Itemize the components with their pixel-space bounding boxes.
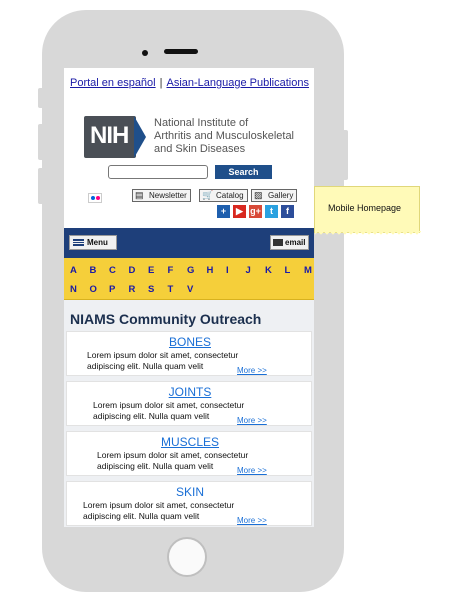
- card-description-line: adipiscing elit. Nulla quam velit: [97, 461, 214, 471]
- alphabet-row-2: N O P R S T V: [70, 284, 207, 295]
- newsletter-label: Newsletter: [149, 191, 187, 200]
- letter-link[interactable]: A: [70, 265, 90, 276]
- card-description: Lorem ipsum dolor sit amet, consectetur …: [87, 350, 238, 372]
- card-description: Lorem ipsum dolor sit amet, consectetur …: [83, 500, 234, 522]
- logo-chevron-icon: [134, 116, 146, 158]
- envelope-icon: [273, 239, 283, 246]
- catalog-button[interactable]: 🛒 Catalog: [199, 189, 248, 202]
- card-title-link[interactable]: MUSCLES: [67, 435, 313, 449]
- newsletter-button[interactable]: ▤ Newsletter: [132, 189, 191, 202]
- google-plus-icon[interactable]: g+: [249, 205, 262, 218]
- catalog-label: Catalog: [216, 191, 244, 200]
- institute-name: National Institute of Arthritis and Musc…: [154, 117, 294, 156]
- letter-link[interactable]: T: [168, 284, 188, 295]
- annotation-note-text: Mobile Homepage: [328, 203, 402, 213]
- section-title: NIAMS Community Outreach: [70, 311, 262, 327]
- phone-screen: Portal en español | Asian-Language Publica…: [64, 68, 314, 527]
- institute-name-line-3: and Skin Diseases: [154, 143, 246, 155]
- letter-link[interactable]: G: [187, 265, 207, 276]
- nih-logo-mark: NIH: [90, 122, 129, 149]
- letter-link[interactable]: H: [207, 265, 227, 276]
- camera-dot: [142, 50, 148, 56]
- link-separator: |: [159, 77, 163, 89]
- volume-up-button: [38, 124, 44, 160]
- letter-link[interactable]: B: [90, 265, 110, 276]
- more-link[interactable]: More >>: [237, 516, 267, 525]
- topic-card-bones: BONES Lorem ipsum dolor sit amet, consec…: [66, 331, 312, 376]
- more-link[interactable]: More >>: [237, 466, 267, 475]
- top-links: Portal en español | Asian-Language Publica…: [70, 77, 309, 89]
- card-description-line: adipiscing elit. Nulla quam velit: [93, 411, 210, 421]
- card-description-line: adipiscing elit. Nulla quam velit: [83, 511, 200, 521]
- more-link[interactable]: More >>: [237, 416, 267, 425]
- more-link[interactable]: More >>: [237, 366, 267, 375]
- youtube-icon[interactable]: ▶: [233, 205, 246, 218]
- topic-card-skin: SKIN Lorem ipsum dolor sit amet, consect…: [66, 481, 312, 526]
- home-button[interactable]: [167, 537, 207, 577]
- asian-language-link[interactable]: Asian-Language Publications: [166, 77, 309, 89]
- card-description-line: Lorem ipsum dolor sit amet, consectetur: [83, 500, 235, 510]
- email-button[interactable]: email: [270, 235, 309, 250]
- letter-link[interactable]: N: [70, 284, 90, 295]
- card-description: Lorem ipsum dolor sit amet, consectetur …: [97, 450, 248, 472]
- letter-link[interactable]: P: [109, 284, 129, 295]
- volume-down-button: [38, 168, 44, 204]
- card-description-line: Lorem ipsum dolor sit amet, consectetur: [97, 450, 249, 460]
- note-torn-edge: [315, 231, 421, 237]
- card-title-link[interactable]: JOINTS: [67, 385, 313, 399]
- letter-link[interactable]: F: [168, 265, 188, 276]
- card-title-link[interactable]: BONES: [67, 335, 313, 349]
- card-description-line: adipiscing elit. Nulla quam velit: [87, 361, 204, 371]
- letter-link[interactable]: M: [304, 265, 314, 276]
- letter-link[interactable]: C: [109, 265, 129, 276]
- nav-bar: Menu email: [64, 228, 314, 258]
- alphabet-index: A B C D E F G H I J K L M N O P R S T V: [64, 258, 314, 300]
- speaker-slot: [164, 49, 198, 54]
- nih-logo[interactable]: NIH: [84, 116, 136, 158]
- letter-link[interactable]: J: [246, 265, 266, 276]
- alphabet-row-1: A B C D E F G H I J K L M: [70, 265, 314, 276]
- cart-icon: 🛒: [202, 190, 214, 200]
- hamburger-icon: [73, 239, 84, 246]
- letter-link[interactable]: D: [129, 265, 149, 276]
- email-label: email: [285, 238, 306, 247]
- letter-link[interactable]: L: [285, 265, 305, 276]
- card-title-link[interactable]: SKIN: [67, 485, 313, 499]
- letter-link[interactable]: E: [148, 265, 168, 276]
- menu-button[interactable]: Menu: [69, 235, 117, 250]
- letter-link[interactable]: V: [187, 284, 207, 295]
- gallery-label: Gallery: [268, 191, 294, 200]
- facebook-icon[interactable]: f: [281, 205, 294, 218]
- topic-card-joints: JOINTS Lorem ipsum dolor sit amet, conse…: [66, 381, 312, 426]
- letter-link[interactable]: I: [226, 265, 246, 276]
- card-description-line: Lorem ipsum dolor sit amet, consectetur: [93, 400, 245, 410]
- topic-card-muscles: MUSCLES Lorem ipsum dolor sit amet, cons…: [66, 431, 312, 476]
- letter-link[interactable]: S: [148, 284, 168, 295]
- newsletter-icon: ▤: [135, 190, 144, 200]
- letter-link[interactable]: R: [129, 284, 149, 295]
- menu-label: Menu: [87, 238, 108, 247]
- card-description-line: Lorem ipsum dolor sit amet, consectetur: [87, 350, 239, 360]
- institute-name-line-2: Arthritis and Musculoskeletal: [154, 130, 295, 142]
- spanish-portal-link[interactable]: Portal en español: [70, 77, 156, 89]
- gallery-button[interactable]: ▨ Gallery: [251, 189, 298, 202]
- institute-name-line-1: National Institute of: [154, 117, 249, 129]
- image-icon: ▨: [254, 190, 263, 200]
- annotation-note: Mobile Homepage: [314, 186, 421, 237]
- mute-switch: [38, 88, 44, 108]
- card-description: Lorem ipsum dolor sit amet, consectetur …: [93, 400, 244, 422]
- search-input[interactable]: [108, 165, 208, 179]
- power-button: [342, 130, 348, 180]
- letter-link[interactable]: K: [265, 265, 285, 276]
- search-button[interactable]: Search: [215, 165, 272, 179]
- flickr-icon[interactable]: [88, 193, 102, 203]
- letter-link[interactable]: O: [90, 284, 110, 295]
- twitter-icon[interactable]: t: [265, 205, 278, 218]
- share-add-icon[interactable]: +: [217, 205, 230, 218]
